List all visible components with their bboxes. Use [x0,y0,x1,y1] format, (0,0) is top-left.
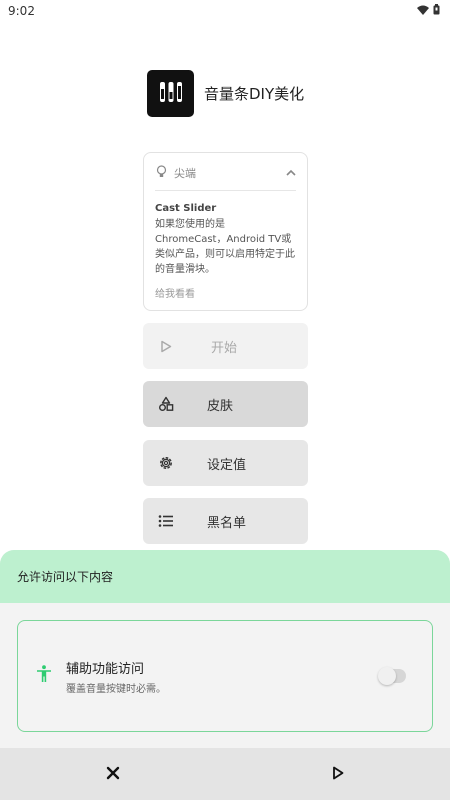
list-icon [157,512,175,530]
sliders-icon [156,77,186,111]
next-button[interactable] [298,752,378,796]
tip-card: 尖端 Cast Slider 如果您使用的是ChromeCast，Android… [143,152,308,311]
permission-description: 覆盖音量按键时必需。 [66,683,166,695]
settings-button[interactable]: 设定值 [143,440,308,486]
skin-button[interactable]: 皮肤 [143,381,308,427]
toggle-knob [378,667,396,685]
app-title: 音量条DIY美化 [204,85,305,103]
permission-title: 辅助功能访问 [66,661,145,677]
accessibility-toggle[interactable] [378,667,406,685]
lightbulb-icon [155,163,168,182]
blacklist-button-label: 黑名单 [207,515,247,531]
battery-icon [433,4,440,18]
show-me-link[interactable]: 给我看看 [155,285,296,300]
accessibility-permission-card[interactable]: 辅助功能访问 覆盖音量按键时必需。 [17,620,433,732]
skin-button-label: 皮肤 [207,398,234,414]
start-button-label: 开始 [211,340,238,356]
permission-texts: 辅助功能访问 覆盖音量按键时必需。 [66,658,380,695]
chevron-up-icon[interactable] [286,166,296,179]
close-icon [106,765,120,784]
permission-sheet: 允许访问以下内容 辅助功能访问 覆盖音量按键时必需。 [0,550,450,800]
play-icon [332,765,344,784]
status-bar: 9:02 [0,0,450,22]
close-button[interactable] [73,752,153,796]
tip-title: Cast Slider [155,203,217,214]
tip-card-header[interactable]: 尖端 [155,161,296,191]
app-header: 音量条DIY美化 [147,70,304,117]
accessibility-icon [36,665,52,687]
play-icon [157,337,175,355]
blacklist-button[interactable]: 黑名单 [143,498,308,544]
tip-card-body: Cast Slider 如果您使用的是ChromeCast，Android TV… [155,191,296,300]
start-button[interactable]: 开始 [143,323,308,369]
app-logo [147,70,194,117]
status-time: 9:02 [8,4,35,18]
shapes-icon [157,395,175,413]
permission-sheet-header: 允许访问以下内容 [0,550,450,603]
tip-card-label: 尖端 [174,166,196,180]
gear-icon [157,454,175,472]
wifi-icon [417,4,429,18]
status-icons [417,4,440,18]
settings-button-label: 设定值 [207,457,247,473]
sheet-footer [0,748,450,800]
tip-text: 如果您使用的是ChromeCast，Android TV或类似产品，则可以启用特… [155,219,295,275]
